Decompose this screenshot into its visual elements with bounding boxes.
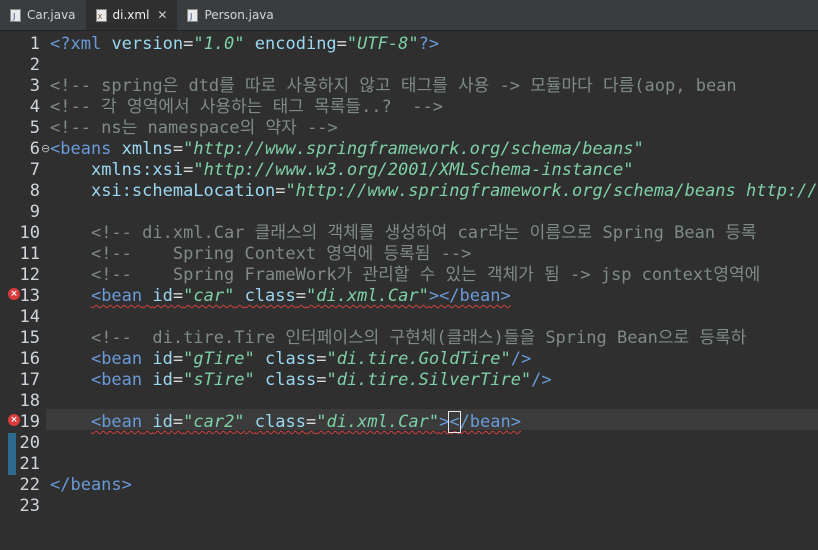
error-marker-icon[interactable]: × [8,288,20,300]
text-cursor: < [448,411,461,433]
eclipse-editor-window: J Car.java X di.xml ✕ J Person.java 1 2 … [0,0,818,550]
code-line-7: xmlns:xsi="http://www.w3.org/2001/XMLSch… [90,160,634,180]
line-number: 10 [19,223,40,243]
line-number: 9 [29,202,40,222]
line-number: 2 [29,55,40,75]
code-line-11: <!-- Spring Context 영역에 등록됨 --> [90,244,472,264]
code-editor[interactable]: 1 2 3 4 5 6 7 8 9 10 11 12 13 14 15 16 1… [0,31,818,550]
code-line-12: <!-- Spring FrameWork가 관리할 수 있는 객체가 됨 ->… [90,265,761,285]
code-line-5: <!-- ns는 namespace의 약자 --> [50,118,338,138]
svg-text:X: X [97,13,102,21]
line-number: 18 [19,391,40,411]
tab-di-xml[interactable]: X di.xml ✕ [85,0,178,30]
code-line-17: <bean id="sTire" class="di.tire.SilverTi… [90,370,552,390]
line-number: 5 [29,118,40,138]
line-number: 12 [19,265,40,285]
fold-collapse-icon[interactable]: ⊖ [41,142,50,155]
svg-text:J: J [189,12,192,21]
code-line-15: <!-- di.tire.Tire 인터페이스의 구현체(클래스)들을 Spri… [90,328,747,348]
java-file-icon: J [187,8,199,22]
code-line-10: <!-- di.xml.Car 클래스의 객체를 생성하여 car라는 이름으로… [90,223,757,243]
tab-label: Person.java [204,8,274,22]
code-line-16: <bean id="gTire" class="di.tire.GoldTire… [90,349,532,369]
close-icon[interactable]: ✕ [157,8,167,22]
line-number: 3 [29,76,40,96]
code-line-1: <?xml version="1.0" encoding="UTF-8"?> [50,34,440,54]
code-line-6: <beans xmlns="http://www.springframework… [50,139,644,159]
line-number: 17 [19,370,40,390]
code-line-19: <bean id="car2" class="di.xml.Car"></bea… [90,411,521,433]
line-number: 8 [29,181,40,201]
line-number: 4 [29,97,40,117]
code-line-8: xsi:schemaLocation="http://www.springfra… [90,181,818,201]
line-number: 14 [19,307,40,327]
line-number: 15 [19,328,40,348]
editor-tab-bar: J Car.java X di.xml ✕ J Person.java [0,0,818,31]
tab-label: Car.java [27,8,76,22]
line-number-gutter: 1 2 3 4 5 6 7 8 9 10 11 12 13 14 15 16 1… [0,31,50,550]
code-text-area[interactable]: <?xml version="1.0" encoding="UTF-8"?> <… [50,31,818,550]
code-line-3: <!-- spring은 dtd를 따로 사용하지 않고 태그를 사용 -> 모… [50,76,737,96]
line-number: 11 [19,244,40,264]
xml-file-icon: X [95,8,107,22]
line-number: 7 [29,160,40,180]
line-number: 6 [29,139,40,159]
change-indicator-bar [8,433,16,475]
error-marker-icon[interactable]: × [8,414,20,426]
code-line-22: </beans> [50,475,132,495]
tab-person-java[interactable]: J Person.java [177,0,283,30]
line-number: 1 [29,34,40,54]
code-line-13: <bean id="car" class="di.xml.Car"></bean… [90,286,511,306]
line-number: 22 [19,475,40,495]
line-number: 23 [19,496,40,516]
tab-label: di.xml [112,8,150,22]
java-file-icon: J [10,8,21,22]
code-line-4: <!-- 각 영역에서 사용하는 태그 목록들..? --> [50,97,443,117]
line-number: 16 [19,349,40,369]
svg-text:J: J [12,12,15,21]
tab-car-java[interactable]: J Car.java [0,0,86,30]
